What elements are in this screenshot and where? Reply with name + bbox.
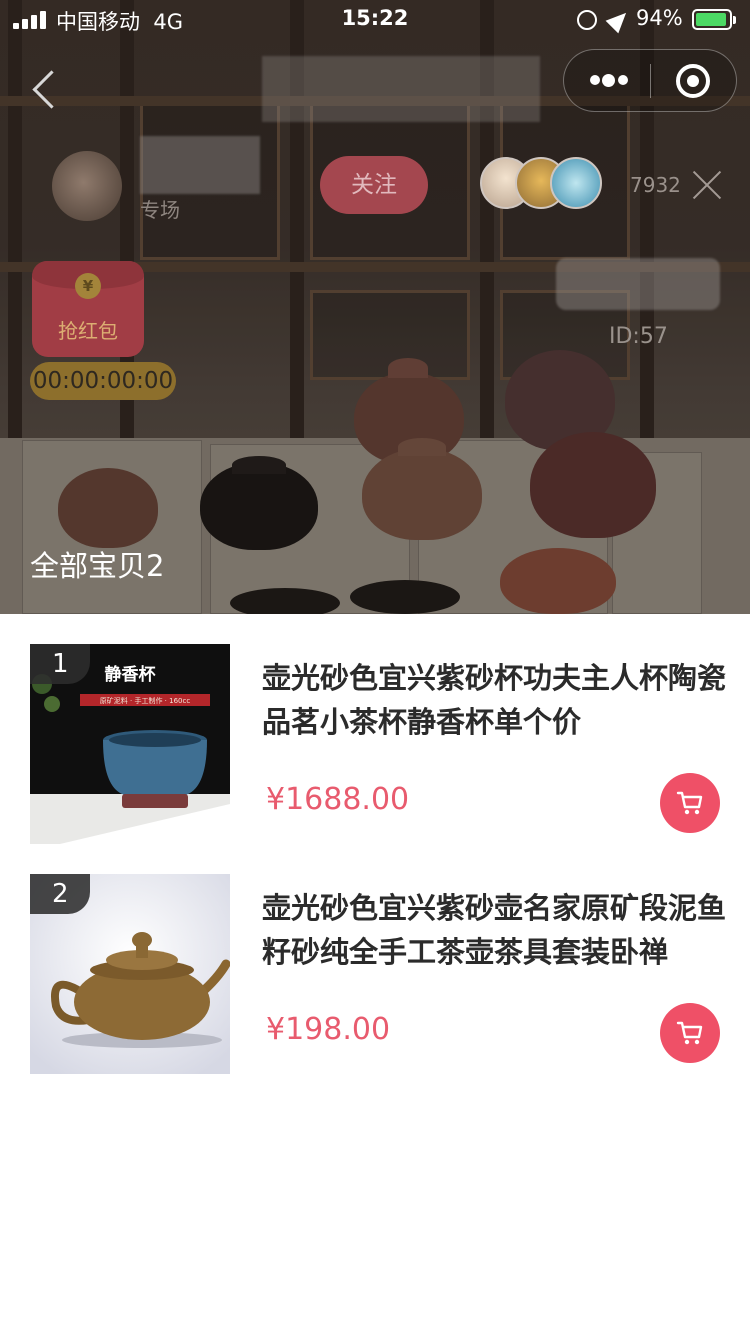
product-title[interactable]: 壶光砂色宜兴紫砂杯功夫主人杯陶瓷品茗小茶杯静香杯单个价 xyxy=(262,656,727,744)
product-image-teapot[interactable]: 2 xyxy=(30,874,230,1074)
close-room-icon[interactable] xyxy=(690,168,724,202)
red-packet-label: 抢红包 xyxy=(58,319,118,343)
rotation-lock-icon xyxy=(577,10,597,30)
miniprogram-capsule xyxy=(563,49,737,112)
room-id: ID:57 xyxy=(609,324,668,349)
product-price: ¥1688.00 xyxy=(266,782,410,817)
product-image-caption: 静香杯 xyxy=(105,664,156,685)
product-price: ¥198.00 xyxy=(266,1012,391,1047)
battery-percent: 94% xyxy=(636,6,683,30)
product-title[interactable]: 壶光砂色宜兴紫砂壶名家原矿段泥鱼籽砂纯全手工茶壶茶具套装卧禅 xyxy=(262,886,727,974)
product-item[interactable]: 静香杯 原矿泥料 · 手工制作 · 160cc 1 壶光砂色宜兴紫砂杯功夫主人杯… xyxy=(0,644,750,844)
rank-badge: 1 xyxy=(30,644,90,684)
product-image-cup[interactable]: 静香杯 原矿泥料 · 手工制作 · 160cc 1 xyxy=(30,644,230,844)
section-title: 全部宝贝2 xyxy=(30,549,165,583)
battery-icon xyxy=(692,9,732,30)
back-button[interactable] xyxy=(30,68,60,108)
add-to-cart-button[interactable] xyxy=(660,1003,720,1063)
more-dots-icon[interactable] xyxy=(586,50,632,111)
coin-icon: ¥ xyxy=(75,273,101,299)
viewer-count: 7932 xyxy=(630,173,681,197)
host-name: 专场 xyxy=(140,198,180,222)
target-close-icon[interactable] xyxy=(676,64,710,98)
follow-button[interactable]: 关注 xyxy=(320,156,428,214)
product-image-subcaption: 原矿泥料 · 手工制作 · 160cc xyxy=(100,696,191,705)
cart-icon xyxy=(676,791,703,815)
add-to-cart-button[interactable] xyxy=(660,773,720,833)
status-bar: 中国移动 4G 15:22 94% xyxy=(0,0,750,40)
host-avatar[interactable] xyxy=(52,151,122,221)
product-item[interactable]: 2 壶光砂色宜兴紫砂壶名家原矿段泥鱼籽砂纯全手工茶壶茶具套装卧禅 ¥198.00 xyxy=(0,874,750,1074)
rank-badge: 2 xyxy=(30,874,90,914)
cart-icon xyxy=(676,1021,703,1045)
countdown-timer: 00:00:00:00 xyxy=(30,362,176,400)
viewer-avatar[interactable] xyxy=(550,157,602,209)
red-packet-button[interactable]: ¥ 抢红包 xyxy=(32,261,144,357)
